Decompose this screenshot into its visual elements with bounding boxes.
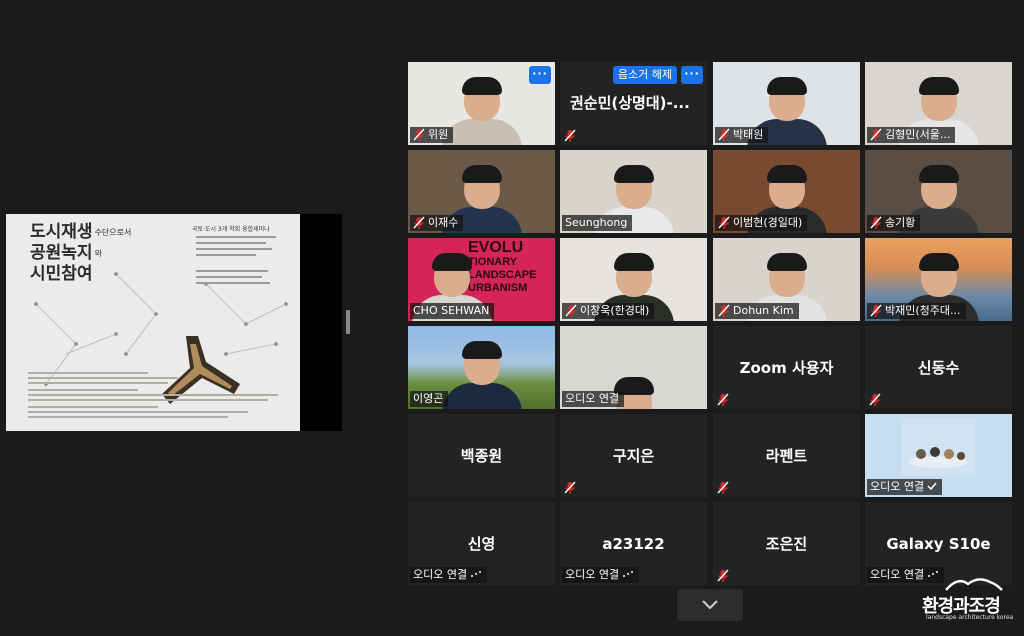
- slide-info-block: [196, 236, 276, 288]
- participant-tile[interactable]: 이범현(경일대): [713, 150, 860, 233]
- mic-off-icon: [564, 128, 576, 142]
- participant-tile[interactable]: 백종원: [408, 414, 555, 497]
- audio-status-text: 오디오 연결: [413, 568, 468, 581]
- mic-off-icon: [718, 128, 730, 142]
- participant-name-label: 박태원: [715, 127, 769, 143]
- participant-video: [437, 339, 527, 409]
- mic-off-icon: [413, 128, 425, 142]
- slide-title: 도시재생 수단으로서 공원녹지 와 시민참여: [30, 222, 132, 284]
- mountain-logo-icon: [945, 578, 1003, 591]
- split-view-handle[interactable]: [346, 310, 350, 334]
- mic-off-icon: [870, 128, 882, 142]
- participant-name-label: 오디오 연결: [562, 391, 625, 407]
- chevron-down-icon: [702, 600, 718, 610]
- participant-name: 백종원: [460, 447, 503, 465]
- mic-off-icon: [564, 480, 576, 494]
- shared-screen[interactable]: 도시재생 수단으로서 공원녹지 와 시민참여 국토·도시 3개 학회 융합세미나: [6, 214, 342, 431]
- participant-tile[interactable]: Zoom 사용자: [713, 326, 860, 409]
- mic-off-icon: [718, 304, 730, 318]
- mic-off-icon: [717, 480, 729, 494]
- participant-name: Zoom 사용자: [739, 359, 834, 377]
- participant-name: 박재민(청주대...: [885, 304, 961, 317]
- connecting-dots-icon: [622, 567, 634, 583]
- mic-off-icon: [413, 216, 425, 230]
- participant-name: 송기황: [885, 216, 916, 229]
- participant-tile[interactable]: Seunghong: [560, 150, 707, 233]
- more-icon: ···: [684, 67, 700, 80]
- more-icon: ···: [532, 67, 548, 80]
- participant-name: 이범현(경일대): [733, 216, 803, 229]
- participant-name: 구지은: [612, 447, 655, 465]
- connecting-dots-icon: [470, 567, 482, 583]
- participant-name-label: 김형민(서울...: [867, 127, 956, 143]
- participant-name: 오디오 연결: [870, 480, 925, 493]
- profile-illustration: [901, 418, 975, 476]
- participant-name-label: Seunghong: [562, 215, 633, 231]
- participant-tile[interactable]: 박재민(청주대...: [865, 238, 1012, 321]
- participant-tile[interactable]: 위원 ···: [408, 62, 555, 145]
- audio-status-text: 오디오 연결: [565, 568, 620, 581]
- participant-name: 김형민(서울...: [885, 128, 951, 141]
- participant-tile[interactable]: 구지은: [560, 414, 707, 497]
- participant-name-label: 오디오 연결: [867, 479, 943, 495]
- participant-name-label: CHO SEHWAN: [410, 303, 495, 319]
- mic-off-icon: [717, 568, 729, 582]
- participant-tile[interactable]: 이창욱(한경대): [560, 238, 707, 321]
- participant-name-label: 이영곤: [410, 391, 449, 407]
- participant-name-label: 이재수: [410, 215, 464, 231]
- participant-name-label: 박재민(청주대...: [867, 303, 966, 319]
- participant-name: 조은진: [765, 535, 808, 553]
- audio-status-label: 오디오 연결: [562, 567, 640, 583]
- participant-name: Dohun Kim: [733, 304, 794, 317]
- participant-tile[interactable]: Dohun Kim: [713, 238, 860, 321]
- participant-tile[interactable]: 이재수: [408, 150, 555, 233]
- participant-name: 라펜트: [765, 447, 808, 465]
- participant-name-label: 위원: [410, 127, 454, 143]
- participant-name: 이재수: [428, 216, 459, 229]
- participant-name-label: 송기황: [867, 215, 921, 231]
- participant-tile[interactable]: 조은진: [713, 502, 860, 585]
- participant-tile[interactable]: 이영곤: [408, 326, 555, 409]
- participant-name: 이영곤: [413, 392, 444, 405]
- participant-name-label: Dohun Kim: [715, 303, 799, 319]
- slide-body-text: [28, 372, 278, 421]
- more-options-button[interactable]: ···: [529, 66, 551, 84]
- participant-tile[interactable]: 라펜트: [713, 414, 860, 497]
- participant-tile[interactable]: 오디오 연결: [560, 326, 707, 409]
- mic-off-icon: [565, 304, 577, 318]
- participant-name: CHO SEHWAN: [413, 304, 490, 317]
- participant-name-label: 이범현(경일대): [715, 215, 808, 231]
- check-icon: [927, 479, 937, 495]
- slide-seminar-title: 국토·도시 3개 학회 융합세미나: [192, 226, 270, 233]
- watermark-logo: 환경과조경 landscape architecture korea: [916, 572, 1020, 632]
- participant-tile[interactable]: 권순민(상명대)-... 음소거 해제 ···: [560, 62, 707, 145]
- participant-tile[interactable]: 송기황: [865, 150, 1012, 233]
- participant-tile[interactable]: 신영 오디오 연결: [408, 502, 555, 585]
- participant-name-label: 이창욱(한경대): [562, 303, 655, 319]
- mic-off-icon: [870, 304, 882, 318]
- mic-off-icon: [717, 392, 729, 406]
- mic-off-icon: [869, 392, 881, 406]
- show-more-button[interactable]: [677, 589, 743, 621]
- unmute-button[interactable]: 음소거 해제: [612, 66, 677, 84]
- participant-name: 위원: [428, 128, 449, 141]
- participant-tile[interactable]: EVOLU TIONARY LANDSCAPE URBANISM CHO SEHWAN: [408, 238, 555, 321]
- participant-tile[interactable]: a23122 오디오 연결: [560, 502, 707, 585]
- more-options-button[interactable]: ···: [681, 66, 703, 84]
- participant-tile[interactable]: 박태원: [713, 62, 860, 145]
- watermark-subtitle: landscape architecture korea: [926, 614, 1014, 621]
- participant-name: 박태원: [733, 128, 764, 141]
- participant-tile[interactable]: 김형민(서울...: [865, 62, 1012, 145]
- participant-tile[interactable]: 신동수: [865, 326, 1012, 409]
- shared-slide: 도시재생 수단으로서 공원녹지 와 시민참여 국토·도시 3개 학회 융합세미나: [6, 214, 300, 431]
- mic-off-icon: [870, 216, 882, 230]
- participant-name: 오디오 연결: [565, 392, 620, 405]
- participant-name: Seunghong: [565, 216, 628, 229]
- participant-tile[interactable]: 오디오 연결: [865, 414, 1012, 497]
- participant-name: 신동수: [917, 359, 960, 377]
- mic-off-icon: [718, 216, 730, 230]
- participant-name: 이창욱(한경대): [580, 304, 650, 317]
- audio-status-label: 오디오 연결: [410, 567, 488, 583]
